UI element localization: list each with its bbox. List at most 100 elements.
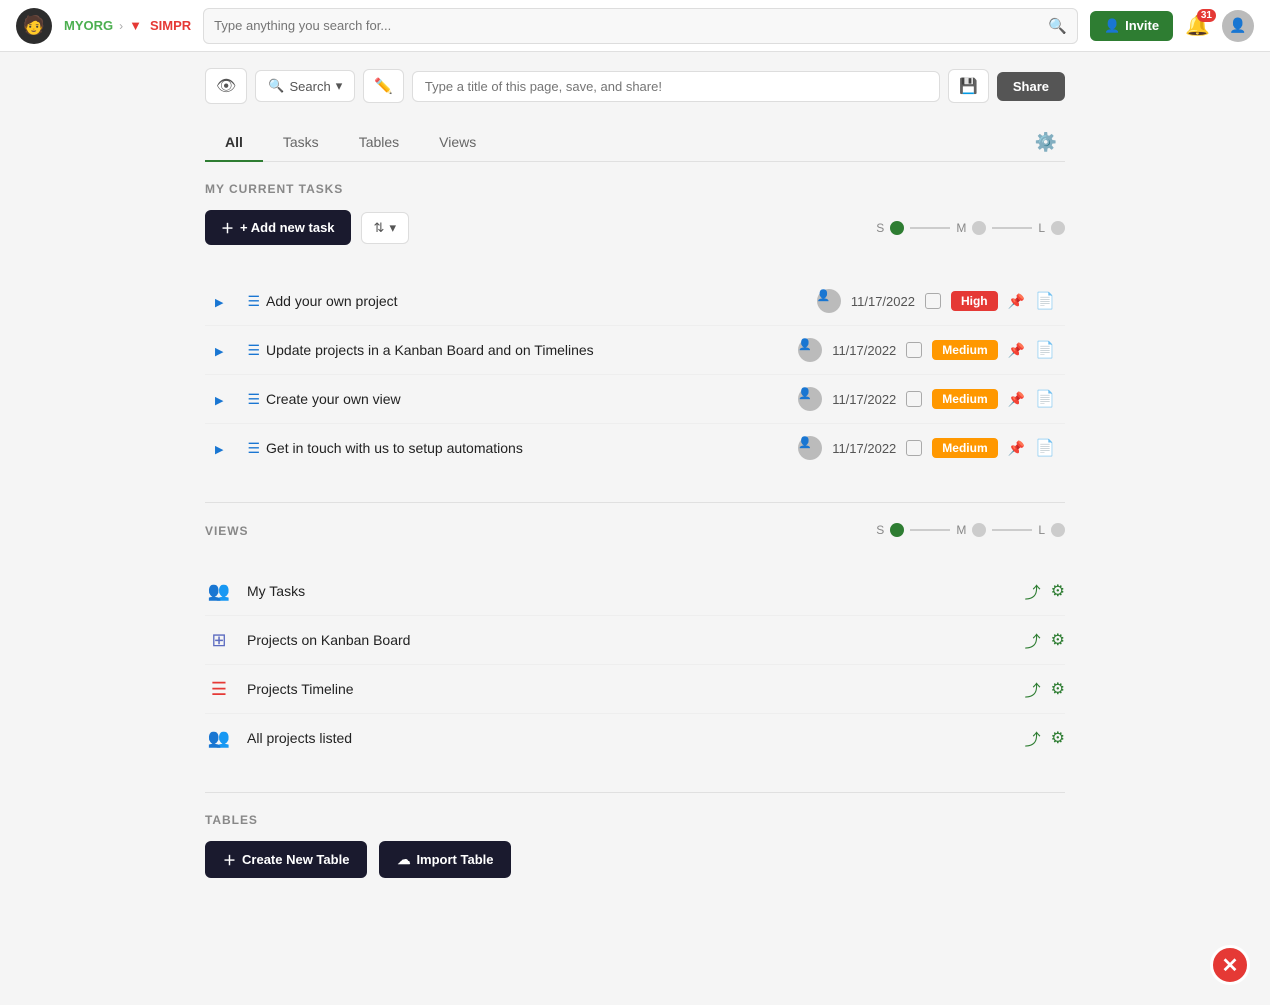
views-size-label-s: S [876, 523, 884, 537]
priority-badge: High [951, 291, 998, 311]
pin-icon[interactable]: 📌 [1008, 342, 1025, 359]
doc-icon[interactable]: 📄 [1035, 389, 1055, 409]
pin-icon[interactable]: 📌 [1008, 440, 1025, 457]
table-row: ▶ ☰ Get in touch with us to setup automa… [205, 424, 1065, 473]
main-content: 👁 🔍 Search ▾ ✏️ 💾 Share All Tasks Tables… [185, 52, 1085, 934]
tables-buttons: ＋ Create New Table ☁ Import Table [205, 841, 1065, 878]
view-gear-icon[interactable]: ⚙ [1051, 581, 1065, 601]
import-table-button[interactable]: ☁ Import Table [379, 841, 511, 878]
table-row: ▶ ☰ Create your own view 👤 11/17/2022 [205, 375, 1065, 424]
add-task-button[interactable]: ＋ + Add new task [205, 210, 351, 245]
doc-icon[interactable]: 📄 [1035, 340, 1055, 360]
task-date: 11/17/2022 [832, 343, 896, 358]
sort-button[interactable]: ⇅ ▾ [361, 212, 409, 244]
eye-button[interactable]: 👁 [205, 68, 247, 104]
notifications-button[interactable]: 🔔 31 [1185, 13, 1210, 38]
notification-badge: 31 [1197, 9, 1216, 22]
user-avatar[interactable]: 👤 [1222, 10, 1254, 42]
task-list-icon: ☰ [247, 391, 260, 408]
view-share-icon[interactable]: ⤴ [1025, 579, 1041, 603]
view-actions: ⤴ ⚙ [1025, 677, 1065, 701]
view-name: Projects on Kanban Board [247, 632, 1025, 648]
doc-icon[interactable]: 📄 [1035, 438, 1055, 458]
tables-section: TABLES ＋ Create New Table ☁ Import Table [205, 813, 1065, 918]
view-share-icon[interactable]: ⤴ [1025, 677, 1041, 701]
task-list-icon: ☰ [247, 342, 260, 359]
task-checkbox[interactable] [906, 440, 922, 456]
view-name: My Tasks [247, 583, 1025, 599]
task-checkbox[interactable] [906, 391, 922, 407]
page-title-input[interactable] [412, 71, 940, 102]
size-line-ml [992, 227, 1032, 229]
task-checkbox[interactable] [925, 293, 941, 309]
task-checkbox[interactable] [906, 342, 922, 358]
proj-indicator: ▼ [129, 18, 142, 33]
views-size-dot-l[interactable] [1051, 523, 1065, 537]
views-size-line-sm [910, 529, 950, 531]
priority-badge: Medium [932, 389, 997, 409]
sort-icon: ⇅ [374, 220, 385, 236]
tabs-gear-icon[interactable]: ⚙️ [1027, 124, 1065, 161]
view-gear-icon[interactable]: ⚙ [1051, 630, 1065, 650]
global-search-input[interactable] [214, 18, 1040, 33]
task-expand-icon[interactable]: ▶ [215, 444, 227, 456]
my-current-tasks-section: MY CURRENT TASKS ＋ + Add new task ⇅ ▾ S … [205, 182, 1065, 472]
size-label-l: L [1038, 221, 1045, 235]
org-name[interactable]: MYORG [64, 18, 113, 33]
task-table: ▶ ☰ Add your own project 👤 11/17/2022 [205, 277, 1065, 472]
view-kanban-icon: ⊞ [205, 630, 233, 651]
list-item: ⊞ Projects on Kanban Board ⤴ ⚙ [205, 616, 1065, 665]
pin-icon[interactable]: 📌 [1008, 293, 1025, 310]
doc-icon[interactable]: 📄 [1035, 291, 1055, 311]
tab-tables[interactable]: Tables [339, 124, 419, 162]
tab-all[interactable]: All [205, 124, 263, 162]
size-dot-s[interactable] [890, 221, 904, 235]
task-expand-icon[interactable]: ▶ [215, 297, 227, 309]
create-table-label: Create New Table [242, 852, 349, 867]
task-date: 11/17/2022 [832, 441, 896, 456]
invite-button[interactable]: 👤 Invite [1090, 11, 1173, 41]
create-table-icon: ＋ [223, 850, 236, 869]
view-gear-icon[interactable]: ⚙ [1051, 679, 1065, 699]
task-list-icon: ☰ [247, 293, 260, 310]
tab-tasks[interactable]: Tasks [263, 124, 339, 162]
view-gear-icon[interactable]: ⚙ [1051, 728, 1065, 748]
add-task-icon: ＋ [221, 218, 234, 237]
task-expand-icon[interactable]: ▶ [215, 395, 227, 407]
error-bubble[interactable]: ✕ [1210, 945, 1250, 985]
pin-icon[interactable]: 📌 [1008, 391, 1025, 408]
size-label-s: S [876, 221, 884, 235]
tab-views[interactable]: Views [419, 124, 496, 162]
view-share-icon[interactable]: ⤴ [1025, 628, 1041, 652]
task-actions: ＋ + Add new task ⇅ ▾ [205, 210, 409, 245]
edit-button[interactable]: ✏️ [363, 69, 404, 103]
views-size-dot-m[interactable] [972, 523, 986, 537]
task-assignee-avatar: 👤 [798, 387, 822, 411]
task-expand-icon[interactable]: ▶ [215, 346, 227, 358]
save-icon-button[interactable]: 💾 [948, 69, 989, 103]
views-section-title: VIEWS [205, 524, 248, 538]
global-search-bar[interactable]: 🔍 [203, 8, 1078, 44]
size-dot-m[interactable] [972, 221, 986, 235]
task-date: 11/17/2022 [851, 294, 915, 309]
breadcrumb: MYORG › ▼ SIMPR [64, 18, 191, 33]
view-share-icon[interactable]: ⤴ [1025, 726, 1041, 750]
table-row: ▶ ☰ Update projects in a Kanban Board an… [205, 326, 1065, 375]
size-dot-l[interactable] [1051, 221, 1065, 235]
task-date: 11/17/2022 [832, 392, 896, 407]
view-all-list-icon: 👥 [205, 728, 233, 749]
view-actions: ⤴ ⚙ [1025, 579, 1065, 603]
create-table-button[interactable]: ＋ Create New Table [205, 841, 367, 878]
toolbar-row: 👁 🔍 Search ▾ ✏️ 💾 Share [205, 68, 1065, 104]
views-size-dot-s[interactable] [890, 523, 904, 537]
list-item: ☰ Projects Timeline ⤴ ⚙ [205, 665, 1065, 714]
breadcrumb-chevron: › [119, 19, 123, 33]
share-button[interactable]: Share [997, 72, 1065, 101]
table-row: ▶ ☰ Add your own project 👤 11/17/2022 [205, 277, 1065, 326]
search-dropdown-button[interactable]: 🔍 Search ▾ [255, 70, 355, 102]
views-section: VIEWS S M L 👥 My Tasks ⤴ ⚙ ⊞ Project [205, 523, 1065, 762]
search-btn-label: Search [290, 79, 331, 94]
proj-name[interactable]: SIMPR [150, 18, 191, 33]
add-task-label: + Add new task [240, 220, 335, 235]
import-table-icon: ☁ [397, 852, 410, 868]
